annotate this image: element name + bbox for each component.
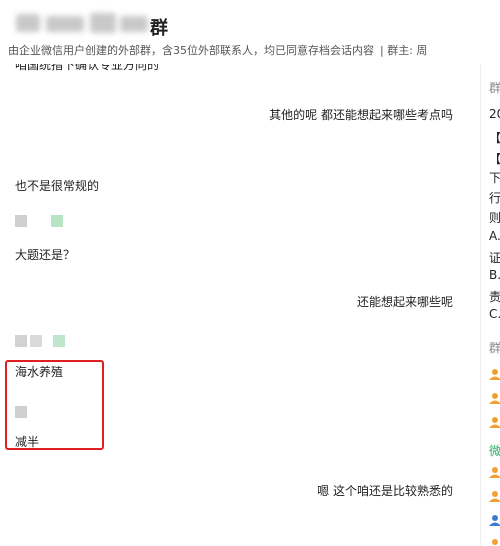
message-text: 减半 bbox=[15, 435, 40, 449]
subtitle-text: 由企业微信用户创建的外部群，含35位外部联系人，均已同意存档会话内容 bbox=[8, 44, 374, 57]
avatar bbox=[30, 335, 42, 347]
group-subtitle: 由企业微信用户创建的外部群，含35位外部联系人，均已同意存档会话内容 | 群主: … bbox=[8, 42, 427, 58]
sidebar-text: A. bbox=[489, 229, 500, 243]
avatar bbox=[53, 335, 65, 347]
message-text: 还能想起来哪些呢 bbox=[356, 295, 453, 309]
message-text: 也不是很常规的 bbox=[15, 179, 100, 193]
chat-messages-area[interactable]: 咱国统指下确认专业方向的 其他的呢 都还能想起来哪些考点吗 也不是很常规的 大题… bbox=[0, 64, 480, 546]
sidebar-text: B. bbox=[489, 268, 500, 282]
avatar bbox=[15, 335, 27, 347]
wechat-label: 微 bbox=[489, 444, 500, 458]
person-icon bbox=[489, 369, 500, 380]
blurred-title bbox=[90, 13, 116, 33]
avatar bbox=[15, 406, 27, 418]
members-label: 群 bbox=[489, 341, 500, 355]
blurred-title bbox=[46, 16, 84, 32]
person-icon bbox=[489, 417, 500, 428]
blurred-title bbox=[120, 16, 148, 32]
sidebar-text: 20 bbox=[489, 107, 500, 121]
sidebar-text: 群 bbox=[489, 81, 500, 95]
sidebar-text: 证 bbox=[489, 251, 500, 265]
blurred-title bbox=[16, 14, 40, 32]
group-owner-text: | 群主: 周 bbox=[380, 44, 428, 57]
message-text: 海水养殖 bbox=[15, 365, 64, 379]
sidebar-text: 则 bbox=[489, 211, 500, 225]
message-text: 大题还是？ bbox=[15, 248, 76, 262]
group-info-sidebar: 群 20 【 【 下 行 则 A. 证 B. 责 C. 群 微 bbox=[480, 64, 500, 546]
avatar bbox=[51, 215, 63, 227]
person-icon bbox=[489, 515, 500, 526]
sidebar-text: 【 bbox=[489, 131, 500, 145]
person-icon bbox=[489, 467, 500, 478]
person-icon bbox=[489, 491, 500, 502]
sidebar-text: 责 bbox=[489, 290, 500, 304]
sidebar-text: 【 bbox=[489, 152, 500, 166]
message-text: 咱国统指下确认专业方向的 bbox=[15, 64, 160, 72]
group-title-suffix: 群 bbox=[150, 18, 168, 39]
avatar bbox=[15, 215, 27, 227]
sidebar-text: 下 bbox=[489, 171, 500, 185]
person-icon bbox=[489, 393, 500, 404]
message-text: 嗯 这个咱还是比较熟悉的 bbox=[317, 484, 453, 498]
sidebar-text: 行 bbox=[489, 191, 500, 205]
chat-header: 群 由企业微信用户创建的外部群，含35位外部联系人，均已同意存档会话内容 | 群主… bbox=[0, 0, 500, 64]
person-icon bbox=[492, 539, 498, 545]
sidebar-text: C. bbox=[489, 307, 500, 321]
message-text: 其他的呢 都还能想起来哪些考点吗 bbox=[269, 108, 453, 122]
